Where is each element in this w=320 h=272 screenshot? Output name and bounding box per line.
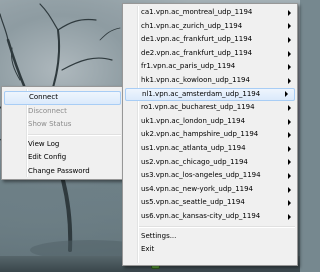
disconnect-menu-item: Disconnect — [28, 106, 67, 115]
connection-item-ch1-zurich[interactable]: ch1.vpn.ac_zurich_udp_1194 — [123, 20, 297, 34]
connection-item-de1-frankfurt[interactable]: de1.vpn.ac_frankfurt_udp_1194 — [123, 33, 297, 47]
settings-menu-item[interactable]: Settings... — [123, 230, 297, 244]
connection-label: us6.vpn.ac_kansas-city_udp_1194 — [141, 211, 261, 220]
connection-item-uk1-london[interactable]: uk1.vpn.ac_london_udp_1194 — [123, 115, 297, 129]
vpn-connections-menu: ca1.vpn.ac_montreal_udp_1194 ch1.vpn.ac_… — [122, 3, 298, 266]
submenu-arrow-icon — [288, 23, 291, 30]
submenu-arrow-icon — [288, 186, 291, 193]
submenu-arrow-icon — [288, 36, 291, 43]
connection-item-us3-los-angeles[interactable]: us3.vpn.ac_los-angeles_udp_1194 — [123, 169, 297, 183]
submenu-arrow-icon — [288, 77, 291, 84]
submenu-arrow-icon — [288, 132, 291, 139]
submenu-arrow-icon — [288, 104, 291, 111]
show-status-menu-item: Show Status — [28, 120, 72, 129]
connection-item-de2-frankfurt[interactable]: de2.vpn.ac_frankfurt_udp_1194 — [123, 47, 297, 61]
connection-label: us2.vpn.ac_chicago_udp_1194 — [141, 157, 248, 166]
connection-label: ca1.vpn.ac_montreal_udp_1194 — [141, 8, 253, 16]
connection-item-hk1-kowloon[interactable]: hk1.vpn.ac_kowloon_udp_1194 — [123, 74, 297, 88]
submenu-arrow-icon — [288, 145, 291, 152]
connection-label: uk1.vpn.ac_london_udp_1194 — [141, 116, 246, 125]
connection-item-ca1-montreal[interactable]: ca1.vpn.ac_montreal_udp_1194 — [123, 6, 297, 20]
connection-item-us2-chicago[interactable]: us2.vpn.ac_chicago_udp_1194 — [123, 156, 297, 170]
connection-label: de1.vpn.ac_frankfurt_udp_1194 — [141, 35, 253, 44]
connection-label: hk1.vpn.ac_kowloon_udp_1194 — [141, 75, 250, 84]
change-password-menu-item[interactable]: Change Password — [2, 165, 123, 179]
connection-item-us5-seattle[interactable]: us5.vpn.ac_seattle_udp_1194 — [123, 196, 297, 210]
submenu-arrow-icon — [288, 159, 291, 166]
connection-label: us3.vpn.ac_los-angeles_udp_1194 — [141, 171, 261, 180]
connect-menu-item[interactable]: Connect — [4, 91, 121, 105]
connection-label: us5.vpn.ac_seattle_udp_1194 — [141, 198, 245, 207]
submenu-arrow-icon — [288, 172, 291, 179]
connection-label: us1.vpn.ac_atlanta_udp_1194 — [141, 143, 246, 152]
connection-item-uk2-hampshire[interactable]: uk2.vpn.ac_hampshire_udp_1194 — [123, 128, 297, 142]
edit-config-menu-item[interactable]: Edit Config — [2, 151, 123, 165]
connection-item-us1-atlanta[interactable]: us1.vpn.ac_atlanta_udp_1194 — [123, 142, 297, 156]
submenu-arrow-icon — [285, 91, 288, 98]
connection-item-nl1-amsterdam[interactable]: nl1.vpn.ac_amsterdam_udp_1194 — [125, 87, 295, 102]
exit-menu-item[interactable]: Exit — [123, 243, 297, 257]
submenu-arrow-icon — [288, 200, 291, 207]
connection-label: fr1.vpn.ac_paris_udp_1194 — [141, 62, 236, 71]
connection-item-us4-new-york[interactable]: us4.vpn.ac_new-york_udp_1194 — [123, 183, 297, 197]
connection-label: de2.vpn.ac_frankfurt_udp_1194 — [141, 48, 253, 57]
connection-label: ro1.vpn.ac_bucharest_udp_1194 — [141, 103, 255, 112]
connection-label: us4.vpn.ac_new-york_udp_1194 — [141, 184, 254, 193]
submenu-arrow-icon — [288, 213, 291, 220]
submenu-arrow-icon — [288, 9, 291, 16]
connection-item-us6-kansas-city[interactable]: us6.vpn.ac_kansas-city_udp_1194 — [123, 210, 297, 224]
connection-label: uk2.vpn.ac_hampshire_udp_1194 — [141, 130, 259, 139]
connection-item-fr1-paris[interactable]: fr1.vpn.ac_paris_udp_1194 — [123, 60, 297, 74]
connection-label: ch1.vpn.ac_zurich_udp_1194 — [141, 21, 243, 30]
submenu-arrow-icon — [288, 50, 291, 57]
submenu-arrow-icon — [288, 118, 291, 125]
submenu-arrow-icon — [288, 64, 291, 71]
view-log-menu-item[interactable]: View Log — [2, 138, 123, 152]
tray-context-menu: Connect Disconnect Show Status View Log … — [1, 86, 124, 180]
connection-label: nl1.vpn.ac_amsterdam_udp_1194 — [142, 89, 261, 98]
connection-item-ro1-bucharest[interactable]: ro1.vpn.ac_bucharest_udp_1194 — [123, 101, 297, 115]
